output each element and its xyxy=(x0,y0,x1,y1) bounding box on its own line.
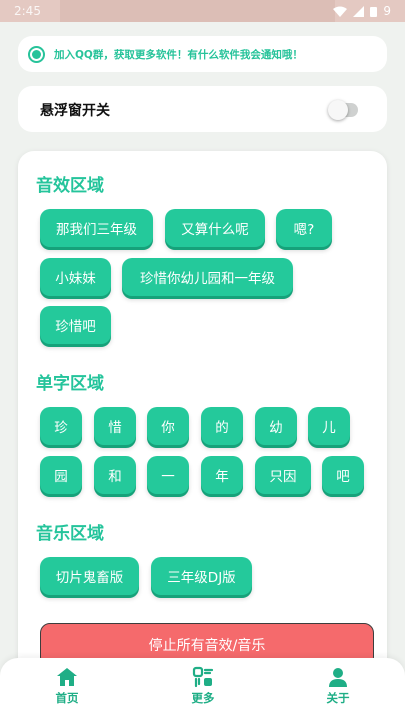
nav-label-about: 关于 xyxy=(326,691,350,705)
word-button[interactable]: 你 xyxy=(147,407,189,445)
word-button[interactable]: 儿 xyxy=(308,407,350,445)
sound-button[interactable]: 那我们三年级 xyxy=(40,209,153,247)
sound-button[interactable]: 又算什么呢 xyxy=(165,209,265,247)
floating-window-label: 悬浮窗开关 xyxy=(40,103,110,119)
sound-button[interactable]: 嗯? xyxy=(276,209,332,247)
sound-button[interactable]: 珍惜你幼儿园和一年级 xyxy=(122,258,293,296)
switch-knob xyxy=(328,100,348,120)
more-icon xyxy=(192,666,214,688)
notice-text: 加入QQ群，获取更多软件！有什么软件我会通知哦！ xyxy=(54,48,303,61)
music-button[interactable]: 三年级DJ版 xyxy=(151,557,252,595)
word-button[interactable]: 幼 xyxy=(255,407,297,445)
signal-icon xyxy=(353,5,365,17)
section-title-sound-effects: 音效区域 xyxy=(36,176,104,196)
status-icons: 9 xyxy=(333,4,391,18)
word-button[interactable]: 年 xyxy=(201,456,243,494)
notice-banner[interactable]: 加入QQ群，获取更多软件！有什么软件我会通知哦！ xyxy=(18,36,387,72)
battery-icon xyxy=(370,6,378,17)
floating-window-switch[interactable] xyxy=(328,100,358,120)
nav-label-more: 更多 xyxy=(191,691,215,705)
status-time: 2:45 xyxy=(14,4,41,18)
home-icon xyxy=(57,668,77,686)
section-title-single-words: 单字区域 xyxy=(36,374,104,394)
wifi-icon xyxy=(333,6,348,17)
word-button[interactable]: 的 xyxy=(201,407,243,445)
floating-window-card: 悬浮窗开关 xyxy=(18,86,387,132)
nav-label-home: 首页 xyxy=(55,691,79,705)
word-button[interactable]: 吧 xyxy=(322,456,364,494)
section-title-music: 音乐区域 xyxy=(36,524,104,544)
sound-button[interactable]: 珍惜吧 xyxy=(40,306,111,344)
bottom-navigation: 首页 更多 关于 xyxy=(0,658,405,721)
status-bar-background xyxy=(60,0,335,22)
word-button[interactable]: 一 xyxy=(147,456,189,494)
nav-item-about[interactable]: 关于 xyxy=(298,666,378,706)
battery-text: 9 xyxy=(383,4,391,18)
music-button[interactable]: 切片鬼畜版 xyxy=(40,557,139,595)
word-button[interactable]: 和 xyxy=(94,456,136,494)
word-button[interactable]: 珍 xyxy=(40,407,82,445)
word-button[interactable]: 只因 xyxy=(255,456,311,494)
word-button[interactable]: 惜 xyxy=(94,407,136,445)
user-icon xyxy=(329,668,347,687)
nav-item-more[interactable]: 更多 xyxy=(163,666,243,706)
word-button[interactable]: 园 xyxy=(40,456,82,494)
nav-item-home[interactable]: 首页 xyxy=(27,666,107,706)
sound-board-card: 音效区域 那我们三年级 又算什么呢 嗯? 小妹妹 珍惜你幼儿园和一年级 珍惜吧 … xyxy=(18,151,387,681)
notice-radio-icon xyxy=(28,45,45,63)
sound-button[interactable]: 小妹妹 xyxy=(40,258,111,296)
status-bar: 2:45 9 xyxy=(0,0,405,22)
